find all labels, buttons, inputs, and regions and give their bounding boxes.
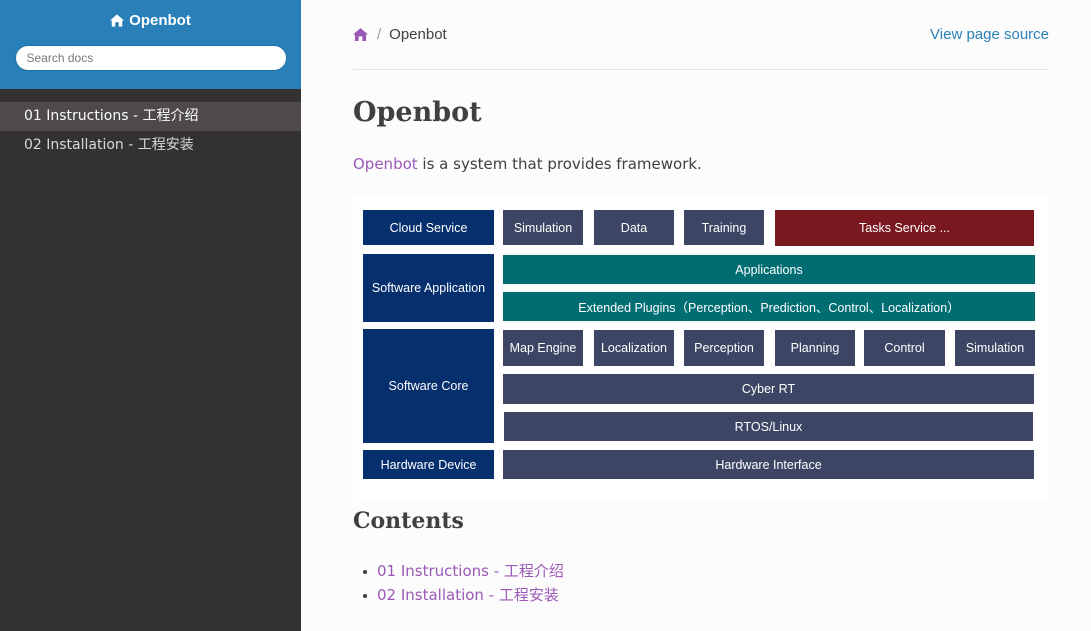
intro-paragraph: Openbot is a system that provides framew… <box>353 155 1049 173</box>
layer-software-application: Software Application <box>363 254 494 322</box>
breadcrumb-current: Openbot <box>389 26 447 43</box>
brand-name: Openbot <box>129 12 191 29</box>
sidebar-header: Openbot <box>0 0 301 89</box>
core-localization: Localization <box>594 330 674 366</box>
intro-text: is a system that provides framework. <box>417 155 702 173</box>
layer-hardware-device: Hardware Device <box>363 450 494 479</box>
cyber-rt-block: Cyber RT <box>503 374 1034 404</box>
architecture-diagram: Cloud Service Simulation Data Training T… <box>353 197 1049 498</box>
contents-item: 02 Installation - 工程安装 <box>353 583 1049 607</box>
cloud-data: Data <box>594 210 674 245</box>
rtos-linux-block: RTOS/Linux <box>504 412 1033 441</box>
contents-link-installation[interactable]: 02 Installation - 工程安装 <box>377 586 559 604</box>
core-simulation: Simulation <box>955 330 1035 366</box>
cloud-tasks-service: Tasks Service ... <box>775 210 1034 246</box>
hardware-interface-block: Hardware Interface <box>503 450 1034 479</box>
search-input[interactable] <box>14 45 287 71</box>
layer-cloud-service: Cloud Service <box>363 210 494 245</box>
sidebar-item-installation[interactable]: 02 Installation - 工程安装 <box>0 131 301 160</box>
core-planning: Planning <box>775 330 855 366</box>
breadcrumb: / Openbot View page source <box>353 0 1049 70</box>
applications-block: Applications <box>503 255 1035 284</box>
core-perception: Perception <box>684 330 764 366</box>
core-control: Control <box>864 330 945 366</box>
contents-item: 01 Instructions - 工程介绍 <box>353 559 1049 583</box>
cloud-training: Training <box>684 210 764 245</box>
sidebar-item-instructions[interactable]: 01 Instructions - 工程介绍 <box>0 102 301 131</box>
core-map-engine: Map Engine <box>503 330 583 366</box>
contents-heading: Contents <box>353 508 464 534</box>
main-content: / Openbot View page source Openbot Openb… <box>353 0 1049 607</box>
home-icon <box>110 14 125 27</box>
breadcrumb-separator: / <box>377 26 382 43</box>
page-title: Openbot <box>353 97 482 128</box>
brand-link[interactable]: Openbot <box>110 12 191 29</box>
extended-plugins-block: Extended Plugins（Perception、Prediction、C… <box>503 292 1035 321</box>
intro-link[interactable]: Openbot <box>353 155 418 173</box>
contents-list: 01 Instructions - 工程介绍 02 Installation -… <box>353 559 1049 607</box>
contents-link-instructions[interactable]: 01 Instructions - 工程介绍 <box>377 562 564 580</box>
layer-software-core: Software Core <box>363 329 494 443</box>
cloud-simulation: Simulation <box>503 210 583 245</box>
view-page-source-link[interactable]: View page source <box>930 26 1049 43</box>
breadcrumb-home-icon[interactable] <box>353 28 368 41</box>
sidebar: Openbot 01 Instructions - 工程介绍 02 Instal… <box>0 0 301 631</box>
nav-menu: 01 Instructions - 工程介绍 02 Installation -… <box>0 102 301 160</box>
